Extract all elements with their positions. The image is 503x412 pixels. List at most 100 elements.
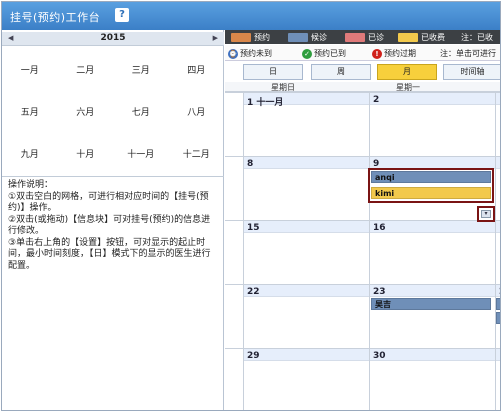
status-label: 预约过期 [384, 49, 416, 58]
title-bar: 挂号(预约)工作台 ? [2, 2, 500, 30]
day-cell[interactable]: 2 [369, 93, 495, 157]
legend-item-paid: 已收费 [398, 32, 445, 42]
day-number: 1 [499, 351, 500, 361]
month-nov[interactable]: 十一月 [113, 132, 169, 174]
calendar-panel: 预约 候诊 已诊 已收费 注：已收 ⌚ 预约未到 ✓ 预约已到 ! 预约过期 注… [225, 30, 500, 410]
legend-swatch-waiting [288, 32, 308, 42]
instructions-text: 操作说明： ①双击空白的网格，可进行相对应时间的【挂号(预约)】操作。 ②双击(… [8, 180, 211, 271]
week-row: 1 十一月 2 1 [225, 92, 500, 157]
day-cell[interactable]: 23 [369, 285, 495, 349]
month-mar[interactable]: 三月 [113, 48, 169, 90]
day-cell[interactable]: 1 [495, 349, 500, 410]
day-cell[interactable]: 1 [495, 221, 500, 285]
window-title: 挂号(预约)工作台 [10, 11, 101, 24]
status-label: 预约已到 [314, 49, 346, 58]
legend-item-booked: 预约 [231, 32, 270, 42]
day-number: 1 [499, 159, 500, 169]
view-tabs: 日 周 月 时间轴 [225, 62, 500, 82]
more-button-highlight [477, 206, 495, 222]
week-row: 15 16 1 [225, 220, 500, 285]
month-dec[interactable]: 十二月 [169, 132, 225, 174]
workbench-window: 挂号(预约)工作台 ? ◀ 2015 ▶ 一月 二月 三月 四月 五月 六月 七… [1, 1, 501, 411]
week-row: 29 30 1 [225, 348, 500, 410]
day-header [244, 285, 369, 297]
day-cell[interactable]: 1 [495, 93, 500, 157]
legend-swatch-paid [398, 32, 418, 42]
day-header [244, 221, 369, 233]
legend-item-seen: 已诊 [345, 32, 384, 42]
day-number: 2 [373, 95, 380, 105]
appointment-block[interactable]: 吴吉 [371, 298, 491, 310]
month-sep[interactable]: 九月 [2, 132, 58, 174]
month-picker: 一月 二月 三月 四月 五月 六月 七月 八月 九月 十月 十一月 十二月 [2, 48, 224, 174]
legend-swatch-seen [345, 32, 365, 42]
legend-label: 候诊 [311, 32, 327, 42]
instructions-panel: 操作说明： ①双击空白的网格，可进行相对应时间的【挂号(预约)】操作。 ②双击(… [2, 176, 224, 410]
month-oct[interactable]: 十月 [58, 132, 114, 174]
appointment-block-edge[interactable] [496, 298, 500, 310]
day-cell[interactable]: 1 [495, 157, 500, 221]
legend-note: 注：已收 [461, 33, 493, 42]
day-header [370, 93, 495, 105]
day-number: 2 [499, 287, 500, 297]
legend-swatch-booked [231, 32, 251, 42]
legend-item-waiting: 候诊 [288, 32, 327, 42]
day-number: 29 [247, 351, 260, 361]
day-header [244, 349, 369, 361]
day-cell[interactable]: 1 十一月 [243, 93, 369, 157]
status-not-arrived: ⌚ 预约未到 [228, 48, 272, 59]
month-aug[interactable]: 八月 [169, 90, 225, 132]
month-may[interactable]: 五月 [2, 90, 58, 132]
month-jul[interactable]: 七月 [113, 90, 169, 132]
day-cell[interactable]: 8 [243, 157, 369, 221]
day-number: 8 [247, 159, 254, 169]
day-header [370, 221, 495, 233]
status-note: 注：单击可进行 [440, 49, 496, 58]
day-number: 1 [499, 223, 500, 233]
tab-day[interactable]: 日 [243, 64, 303, 80]
legend-label: 已收费 [421, 32, 445, 42]
legend-label: 预约 [254, 32, 270, 42]
status-arrived: ✓ 预约已到 [302, 48, 346, 59]
day-cell[interactable]: 30 [369, 349, 495, 410]
day-header [370, 349, 495, 361]
day-cell[interactable]: 15 [243, 221, 369, 285]
next-year-arrow-icon[interactable]: ▶ [213, 34, 218, 42]
legend-label: 已诊 [368, 32, 384, 42]
day-number: 16 [373, 223, 386, 233]
appointment-block-edge[interactable] [496, 312, 500, 324]
day-header [370, 285, 495, 297]
status-label: 预约未到 [240, 49, 272, 58]
tab-month[interactable]: 月 [377, 64, 437, 80]
day-number: 1 [499, 95, 500, 105]
check-circle-icon: ✓ [302, 48, 312, 59]
day-number: 30 [373, 351, 386, 361]
month-apr[interactable]: 四月 [169, 48, 225, 90]
month-jun[interactable]: 六月 [58, 90, 114, 132]
day-number: 15 [247, 223, 260, 233]
day-header [244, 157, 369, 169]
tab-timeline[interactable]: 时间轴 [443, 64, 500, 80]
day-number: 22 [247, 287, 260, 297]
status-expired: ! 预约过期 [372, 48, 416, 59]
selection-highlight [368, 168, 494, 203]
day-cell[interactable]: 29 [243, 349, 369, 410]
alert-circle-icon: ! [372, 48, 382, 59]
help-icon[interactable]: ? [115, 8, 129, 22]
person-clock-icon: ⌚ [228, 48, 238, 59]
week-row: 22 23 2 [225, 284, 500, 349]
month-feb[interactable]: 二月 [58, 48, 114, 90]
month-jan[interactable]: 一月 [2, 48, 58, 90]
left-panel: ◀ 2015 ▶ 一月 二月 三月 四月 五月 六月 七月 八月 九月 十月 十… [2, 30, 224, 410]
weekday-header: 星期日 星期一 [225, 82, 500, 92]
year-navigator: ◀ 2015 ▶ [2, 32, 224, 46]
month-grid: 1 十一月 2 1 8 9 [225, 92, 500, 410]
day-number: 1 十一月 [247, 98, 284, 108]
day-cell[interactable]: 22 [243, 285, 369, 349]
day-cell[interactable]: 16 [369, 221, 495, 285]
year-label: 2015 [100, 33, 126, 43]
status-legend: 预约 候诊 已诊 已收费 注：已收 [225, 30, 500, 44]
day-number: 23 [373, 287, 386, 297]
tab-week[interactable]: 周 [311, 64, 371, 80]
appointment-status-bar: ⌚ 预约未到 ✓ 预约已到 ! 预约过期 注：单击可进行 [225, 45, 500, 61]
